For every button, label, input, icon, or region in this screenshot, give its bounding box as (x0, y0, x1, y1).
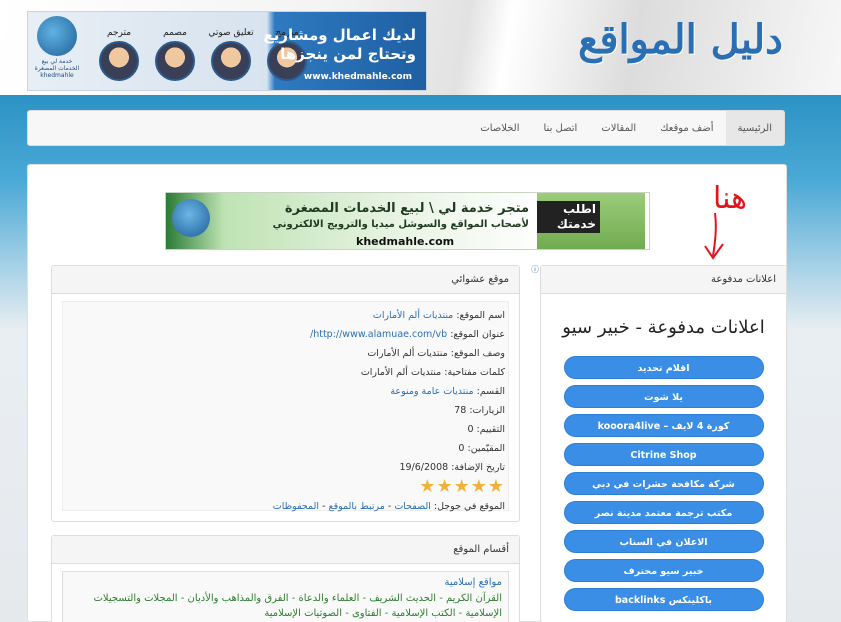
ad-link[interactable]: Citrine Shop (563, 443, 764, 466)
site-rating-row: التقييم: 0 (467, 424, 505, 435)
nav-articles[interactable]: المقالات (589, 111, 648, 145)
ad-url: khedmahle.com (356, 235, 455, 248)
site-logo[interactable]: دليل المواقع (578, 16, 783, 63)
nav-feeds[interactable]: الخلاصات (468, 111, 531, 145)
ad-person: اطلب خدمتك (537, 193, 645, 249)
google-row: الموقع في جوجل: الصفحات - مرتبط بالموقع … (272, 501, 505, 512)
star-icon[interactable]: ★ (419, 476, 436, 497)
ad-info-icon[interactable]: ⓘ (531, 264, 539, 275)
brand-logo-icon (172, 199, 210, 237)
site-keywords-row: كلمات مفتاحية: منتديات ألم الأمارات (360, 367, 505, 378)
avatar (211, 41, 251, 81)
google-related-link[interactable]: مرتبط بالموقع (329, 501, 385, 512)
main-nav: الرئيسية أضف موقعك المقالات اتصل بنا الخ… (27, 110, 785, 146)
random-site-header: موقع عشوائي (52, 266, 519, 294)
top-ad-banner[interactable]: خدمة لي بيع الخدمات المصغرة khedmahle مت… (27, 11, 427, 91)
rating-stars[interactable]: ★★★★★ (63, 477, 508, 497)
paid-ads-panel: اعلانات مدفوعة اعلانات مدفوعة - خبير سيو… (540, 265, 787, 622)
ad-link[interactable]: شركة مكافحة حشرات في دبي (563, 472, 764, 495)
site-visits-row: الزيارات: 78 (454, 405, 505, 416)
site-desc-row: وصف الموقع: منتديات ألم الأمارات (367, 348, 505, 359)
star-icon[interactable]: ★ (454, 476, 471, 497)
site-url-link[interactable]: http://www.alamuae.com/vb/ (310, 329, 447, 340)
google-cache-link[interactable]: المحفوظات (273, 501, 319, 512)
random-site-panel: موقع عشوائي اسم الموقع: منتديات ألم الأم… (51, 265, 520, 522)
nav-contact[interactable]: اتصل بنا (532, 111, 590, 145)
categories-panel: أقسام الموقع مواقع إسلامية القرآن الكريم… (51, 535, 520, 622)
categories-body: مواقع إسلامية القرآن الكريم - الحديث الش… (62, 571, 509, 622)
banner-logo-caption: خدمة لي بيع الخدمات المصغرة khedmahle (34, 58, 80, 79)
paid-ads-title: اعلانات مدفوعة - خبير سيو (562, 317, 765, 338)
ad-link[interactable]: اقلام تحديد (563, 356, 764, 379)
star-icon[interactable]: ★ (436, 476, 453, 497)
content-area: اطلب خدمتك متجر خدمة لي \ لبيع الخدمات ا… (27, 164, 787, 622)
site-category-link[interactable]: منتديات عامة ومنوعة (390, 386, 473, 397)
category-desc[interactable]: القرآن الكريم - الحديث الشريف - العلماء … (69, 591, 502, 621)
site-name-row: اسم الموقع: منتديات ألم الأمارات (372, 310, 505, 321)
banner-logo: خدمة لي بيع الخدمات المصغرة khedmahle (32, 16, 82, 86)
site-date-row: تاريخ الإضافة: 19/6/2008 (399, 462, 505, 473)
banner-url: www.khedmahle.com (303, 72, 412, 82)
middle-ad-banner[interactable]: اطلب خدمتك متجر خدمة لي \ لبيع الخدمات ا… (165, 192, 650, 250)
star-icon[interactable]: ★ (471, 476, 488, 497)
star-icon[interactable]: ★ (488, 476, 505, 497)
annotation-text: هنا (713, 181, 747, 216)
random-site-body: اسم الموقع: منتديات ألم الأمارات عنوان ا… (62, 301, 509, 512)
handwritten-annotation: هنا (704, 181, 747, 260)
category-title-link[interactable]: مواقع إسلامية (69, 575, 502, 591)
nav-add-site[interactable]: أضف موقعك (648, 111, 725, 145)
google-pages-link[interactable]: الصفحات (394, 501, 431, 512)
ad-link[interactable]: الاعلان في السناب (563, 530, 764, 553)
banner-headline: لديك اعمال ومشاريع وتحتاج لمن ينجزها (263, 26, 416, 63)
header: دليل المواقع خدمة لي بيع الخدمات المصغرة… (0, 0, 841, 95)
site-url-row: عنوان الموقع: http://www.alamuae.com/vb/ (310, 329, 505, 340)
ad-link[interactable]: يلا شوت (563, 385, 764, 408)
ad-link[interactable]: مكتب ترجمة معتمد مدينة نصر (563, 501, 764, 524)
ad-link[interactable]: خبير سيو محترف (563, 559, 764, 582)
nav-home[interactable]: الرئيسية (725, 111, 784, 145)
ad-line1: متجر خدمة لي \ لبيع الخدمات المصغرة (284, 201, 529, 216)
paid-ads-header: اعلانات مدفوعة (541, 266, 786, 294)
ad-link[interactable]: باكلينكس backlinks (563, 588, 764, 611)
site-category-row: القسم: منتديات عامة ومنوعة (390, 386, 505, 397)
ad-link[interactable]: كورة 4 لايف – kooora4live (563, 414, 764, 437)
ad-line2: لأصحاب المواقع والسوشل ميديا والترويج ال… (272, 219, 529, 230)
ad-cta: اطلب خدمتك (537, 201, 600, 233)
brand-logo-icon (37, 16, 77, 56)
role-voiceover: تعليق صوتي (202, 28, 260, 81)
categories-header: أقسام الموقع (52, 536, 519, 564)
site-name-link[interactable]: منتديات ألم الأمارات (373, 310, 453, 321)
avatar (99, 41, 139, 81)
site-raters-row: المقيّمين: 0 (458, 443, 505, 454)
role-designer: مصمم (146, 28, 204, 81)
avatar (155, 41, 195, 81)
arrow-down-icon (712, 212, 717, 257)
role-translator: مترجم (90, 28, 148, 81)
